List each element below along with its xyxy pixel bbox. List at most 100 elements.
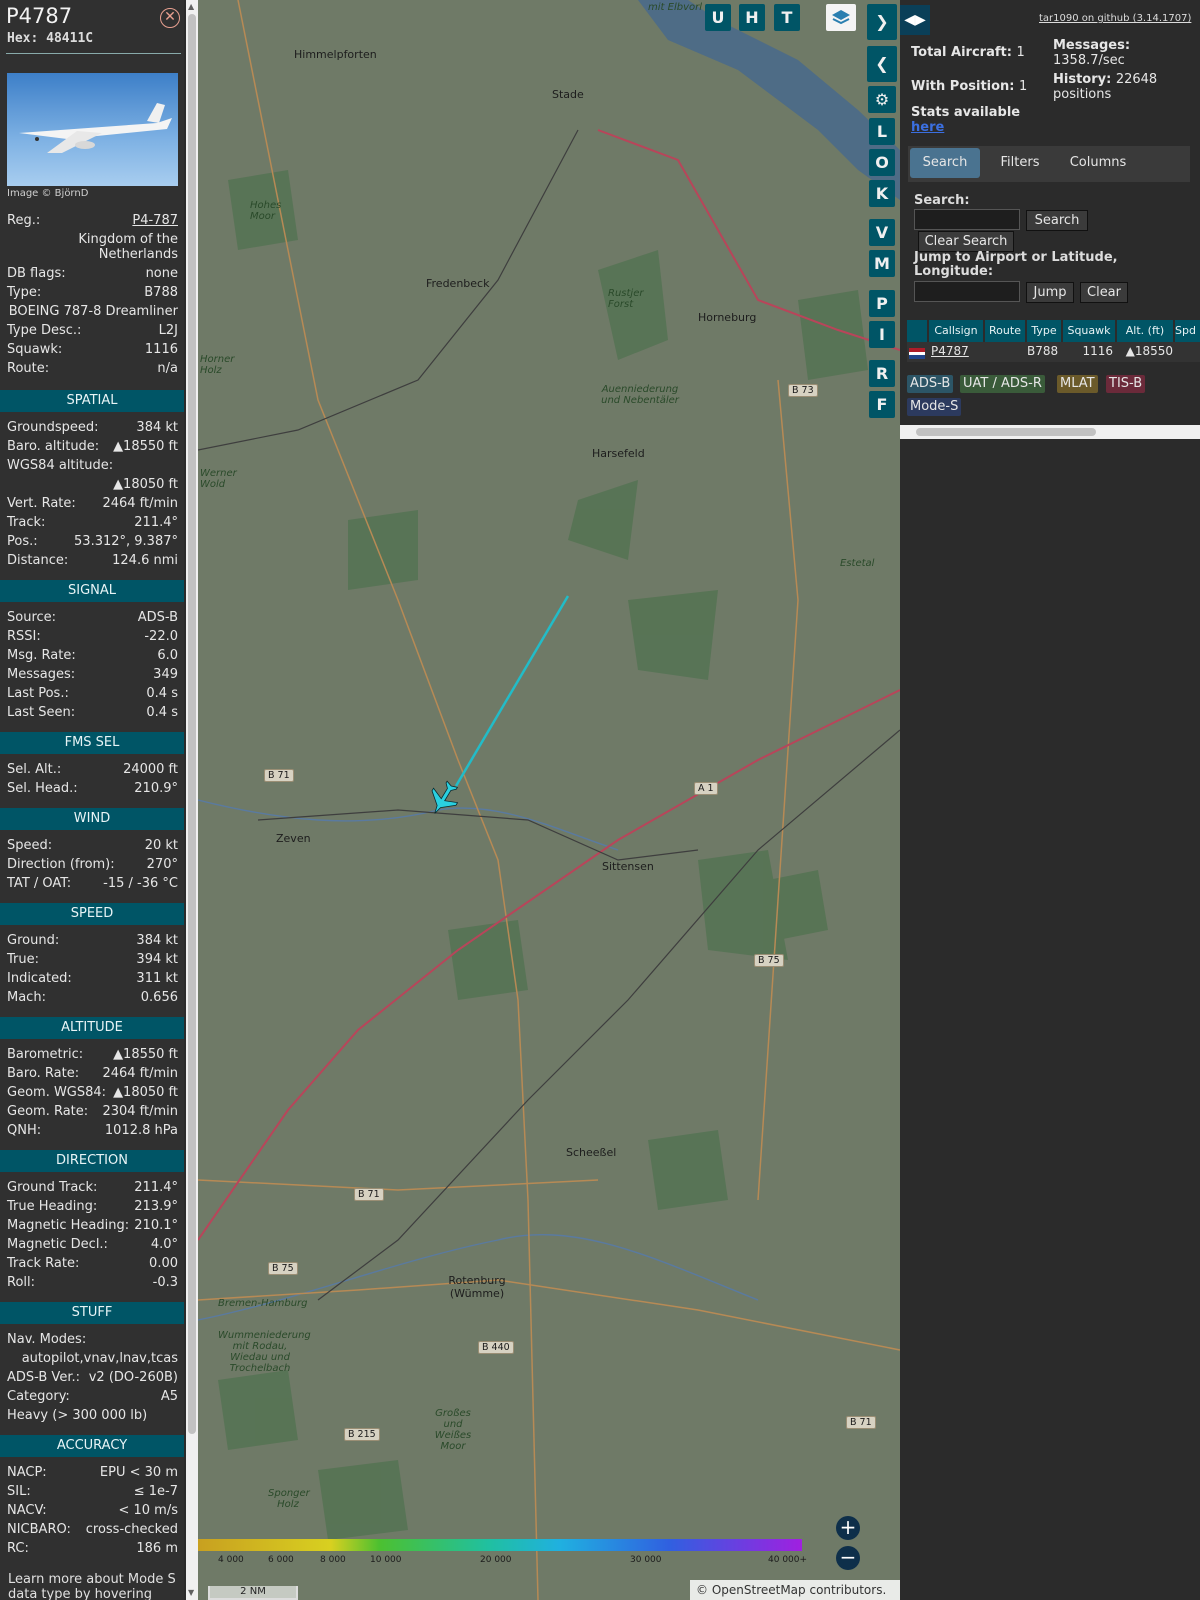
- close-icon[interactable]: ✕: [160, 8, 180, 28]
- button-F[interactable]: F: [869, 391, 895, 418]
- table-scrollbar[interactable]: [900, 425, 1200, 439]
- button-K[interactable]: K: [869, 180, 895, 207]
- map-area-label: Auenniederung und Nebentäler: [601, 384, 679, 406]
- netherlands-flag-icon: [909, 346, 925, 359]
- legend-adsb: ADS-B: [907, 375, 954, 393]
- detail-value: 6.0: [157, 648, 178, 663]
- chevron-left-icon[interactable]: ❮: [867, 46, 897, 82]
- tab-filters[interactable]: Filters: [988, 148, 1052, 178]
- road-shield: A 1: [694, 782, 718, 795]
- total-aircraft-value: 1: [1016, 45, 1025, 60]
- section-header: SIGNAL: [0, 580, 184, 602]
- detail-row: Last Pos.: 0.4 s: [7, 686, 178, 705]
- detail-key: NACV:: [7, 1503, 47, 1518]
- search-input[interactable]: [914, 209, 1020, 230]
- button-O[interactable]: O: [869, 149, 895, 176]
- detail-key: Last Pos.:: [7, 686, 69, 701]
- detail-value: 186 m: [136, 1541, 178, 1556]
- detail-key: Baro. altitude:: [7, 439, 100, 454]
- aircraft-photo[interactable]: [7, 73, 178, 186]
- detail-row: Sel. Head.: 210.9°: [7, 781, 178, 800]
- button-M[interactable]: M: [869, 250, 895, 277]
- table-header[interactable]: Alt. (ft): [1117, 320, 1173, 342]
- map-attribution[interactable]: © OpenStreetMap contributors.: [690, 1580, 900, 1600]
- detail-row: Ground: 384 kt: [7, 933, 178, 952]
- detail-row: Track Rate: 0.00: [7, 1256, 178, 1275]
- detail-key: True Heading:: [7, 1199, 98, 1214]
- detail-value: 210.1°: [134, 1218, 178, 1233]
- tab-columns[interactable]: Columns: [1058, 148, 1138, 178]
- detail-value: autopilot,vnav,lnav,tcas: [21, 1351, 178, 1366]
- expand-toggle-icon[interactable]: ◀▶: [900, 5, 930, 35]
- table-header[interactable]: Callsign: [929, 320, 983, 342]
- detail-key: Barometric:: [7, 1047, 84, 1062]
- aircraft-list-panel: ◀▶ tar1090 on github (3.14.1707) Total A…: [900, 0, 1200, 1600]
- search-button[interactable]: Search: [1026, 210, 1088, 231]
- detail-key: Magnetic Heading:: [7, 1218, 130, 1233]
- button-T[interactable]: T: [774, 4, 800, 31]
- detail-row: SIL: ≤ 1e-7: [7, 1484, 178, 1503]
- scroll-down-icon[interactable]: ▼: [188, 1588, 194, 1597]
- detail-key: Indicated:: [7, 971, 72, 986]
- gear-icon[interactable]: ⚙: [868, 86, 896, 113]
- clear-button[interactable]: Clear: [1080, 282, 1128, 303]
- road-shield: B 215: [344, 1428, 380, 1441]
- detail-value: 349: [153, 667, 178, 682]
- detail-row: NACV: < 10 m/s: [7, 1503, 178, 1522]
- detail-key: Geom. Rate:: [7, 1104, 89, 1119]
- divider: [6, 53, 181, 54]
- footer-note: Learn more about Mode S data type by hov…: [8, 1572, 176, 1600]
- jump-button[interactable]: Jump: [1026, 282, 1074, 303]
- detail-value: 0.00: [149, 1256, 178, 1271]
- detail-key: Sel. Head.:: [7, 781, 78, 796]
- detail-row: WGS84 altitude:: [7, 458, 178, 477]
- scroll-thumb[interactable]: [916, 428, 1096, 436]
- sidebar-scrollbar[interactable]: ▲ ▼: [186, 0, 198, 1600]
- selected-hex: Hex: 48411C: [7, 31, 94, 46]
- jump-input[interactable]: [914, 281, 1020, 302]
- color-key-label: 8 000: [320, 1555, 346, 1565]
- github-link[interactable]: tar1090 on github (3.14.1707): [1039, 13, 1191, 24]
- zoom-in-icon[interactable]: +: [836, 1516, 860, 1540]
- table-header[interactable]: Route: [985, 320, 1025, 342]
- button-H[interactable]: H: [739, 4, 765, 31]
- tab-search[interactable]: Search: [910, 148, 980, 178]
- zoom-out-icon[interactable]: −: [836, 1546, 860, 1570]
- color-key-label: 6 000: [268, 1555, 294, 1565]
- detail-key: Roll:: [7, 1275, 36, 1290]
- detail-row: Geom. Rate: 2304 ft/min: [7, 1104, 178, 1123]
- map[interactable]: Himmelpforten Stade Fredenbeck Horneburg…: [198, 0, 900, 1600]
- road-shield: B 75: [754, 954, 784, 967]
- detail-row: Baro. Rate: 2464 ft/min: [7, 1066, 178, 1085]
- scroll-thumb[interactable]: [188, 14, 196, 1434]
- info-value[interactable]: P4-787: [132, 213, 178, 228]
- row-callsign[interactable]: P4787: [931, 342, 969, 360]
- button-V[interactable]: V: [869, 219, 895, 246]
- button-P[interactable]: P: [869, 290, 895, 317]
- clear-search-button[interactable]: Clear Search: [918, 231, 1014, 252]
- search-label: Search:: [914, 193, 970, 208]
- stats-link[interactable]: here: [911, 120, 944, 135]
- table-header[interactable]: Squawk: [1063, 320, 1115, 342]
- detail-value: 4.0°: [150, 1237, 178, 1252]
- map-canvas: [198, 0, 900, 1600]
- detail-value: 0.4 s: [146, 705, 178, 720]
- table-header[interactable]: Spd: [1175, 320, 1200, 342]
- detail-row: Barometric: ▲18550 ft: [7, 1047, 178, 1066]
- road-shield: B 440: [478, 1341, 514, 1354]
- button-I[interactable]: I: [869, 321, 895, 348]
- layers-icon[interactable]: [826, 4, 856, 31]
- detail-key: True:: [7, 952, 39, 967]
- detail-row: Msg. Rate: 6.0: [7, 648, 178, 667]
- row-alt: ▲18550: [1125, 344, 1173, 358]
- scroll-up-icon[interactable]: ▲: [188, 2, 194, 11]
- chevron-right-icon[interactable]: ❯: [867, 4, 897, 40]
- button-U[interactable]: U: [705, 4, 731, 31]
- button-R[interactable]: R: [869, 360, 895, 387]
- map-label: Himmelpforten: [294, 48, 377, 61]
- map-area-label: Werner Wold: [200, 468, 237, 490]
- table-header[interactable]: Type: [1027, 320, 1061, 342]
- detail-key: WGS84 altitude:: [7, 458, 114, 473]
- table-row[interactable]: P4787 B788 1116 ▲18550: [907, 342, 1200, 362]
- button-L[interactable]: L: [869, 118, 895, 145]
